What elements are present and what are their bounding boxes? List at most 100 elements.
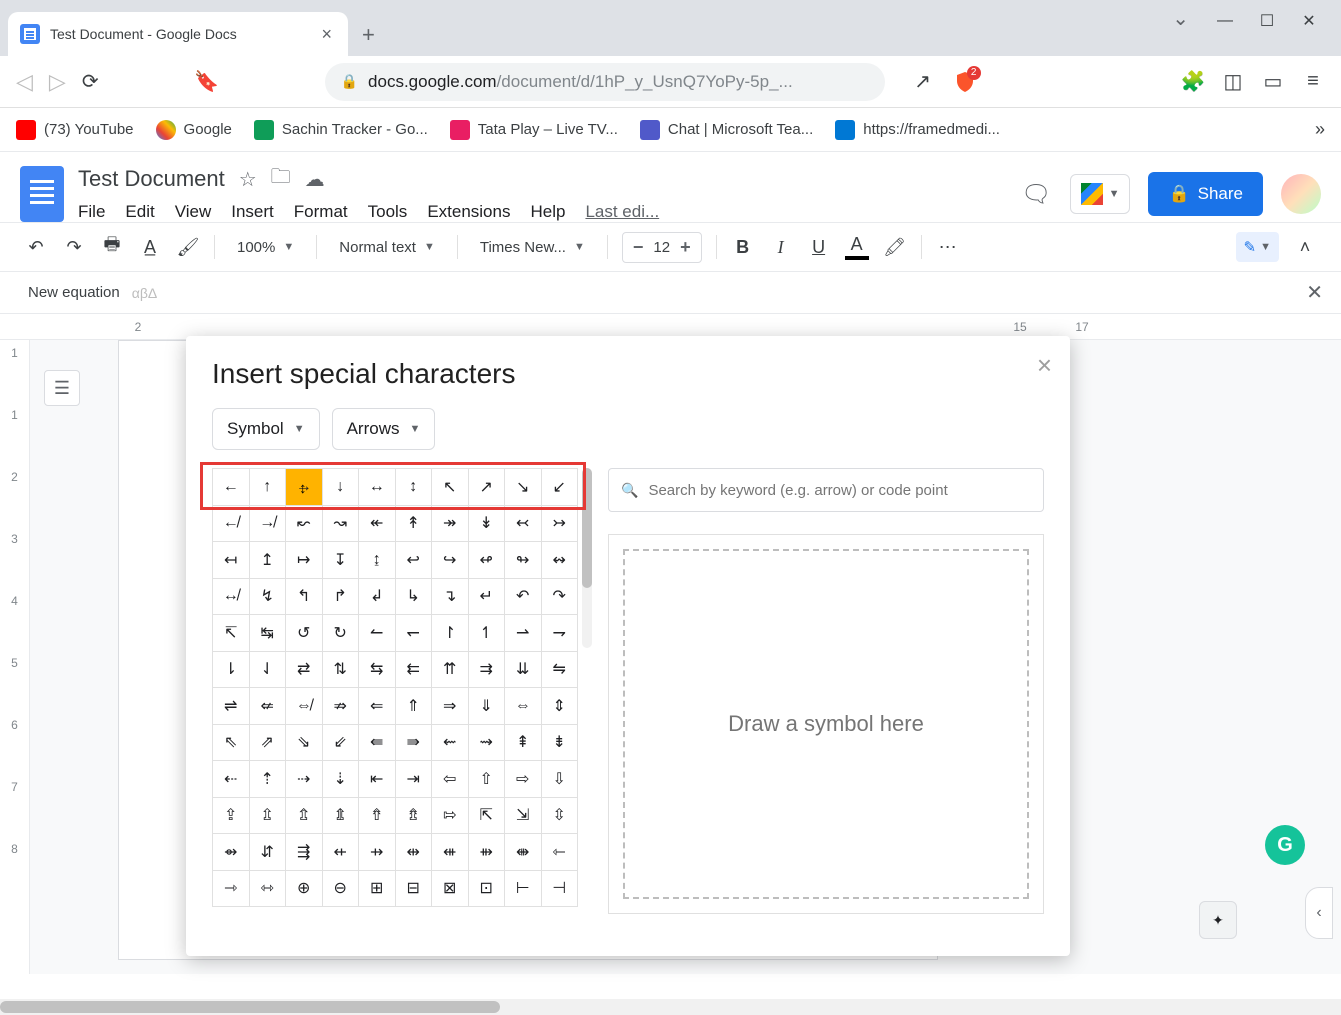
char-cell[interactable]: ⇒ bbox=[432, 688, 469, 725]
print-icon[interactable]: 🖶 bbox=[100, 232, 124, 262]
char-cell[interactable]: ⇀ bbox=[505, 615, 542, 652]
zoom-select[interactable]: 100%▼ bbox=[229, 235, 302, 260]
char-cell[interactable]: ↤ bbox=[213, 542, 250, 579]
char-cell[interactable]: ↡ bbox=[469, 506, 506, 543]
char-cell[interactable]: ⇌ bbox=[213, 688, 250, 725]
char-cell[interactable]: ⇪ bbox=[213, 798, 250, 835]
char-cell[interactable]: ⇥ bbox=[396, 761, 433, 798]
char-cell[interactable]: ↷ bbox=[542, 579, 579, 616]
char-cell[interactable]: ⊖ bbox=[323, 871, 360, 908]
document-title[interactable]: Test Document bbox=[78, 166, 225, 192]
italic-icon[interactable]: I bbox=[769, 237, 793, 258]
char-cell[interactable]: ↛ bbox=[250, 506, 287, 543]
char-cell[interactable]: ⇴ bbox=[213, 834, 250, 871]
char-cell[interactable]: ⇯ bbox=[396, 798, 433, 835]
menu-insert[interactable]: Insert bbox=[231, 202, 274, 222]
char-cell[interactable]: ⇅ bbox=[323, 652, 360, 689]
browser-menu-icon[interactable]: ≡ bbox=[1301, 70, 1325, 94]
char-cell[interactable]: ↑ bbox=[250, 469, 287, 506]
char-cell[interactable]: ↯ bbox=[250, 579, 287, 616]
grid-scrollbar[interactable] bbox=[582, 468, 592, 648]
paint-format-icon[interactable]: 🖌 bbox=[176, 237, 200, 258]
char-cell[interactable]: ⇶ bbox=[286, 834, 323, 871]
bookmark-tataplay[interactable]: Tata Play – Live TV... bbox=[450, 120, 618, 140]
bookmark-youtube[interactable]: (73) YouTube bbox=[16, 120, 134, 140]
char-cell[interactable]: ⇊ bbox=[505, 652, 542, 689]
char-cell[interactable]: ⇆ bbox=[359, 652, 396, 689]
char-cell[interactable]: ↓ bbox=[323, 469, 360, 506]
char-cell[interactable]: ⇁ bbox=[542, 615, 579, 652]
char-cell[interactable]: ⇂ bbox=[213, 652, 250, 689]
sidepanel-icon[interactable]: ◫ bbox=[1221, 70, 1245, 94]
subcategory-select[interactable]: Arrows▼ bbox=[332, 408, 436, 450]
char-cell[interactable]: ⊡ bbox=[469, 871, 506, 908]
char-cell[interactable]: ⇬ bbox=[286, 798, 323, 835]
char-cell[interactable]: ↘ bbox=[505, 469, 542, 506]
new-equation-button[interactable]: New equation bbox=[28, 284, 120, 301]
spellcheck-icon[interactable]: A̲ bbox=[138, 237, 162, 258]
more-tools-icon[interactable]: ⋯ bbox=[936, 237, 960, 258]
active-tab[interactable]: Test Document - Google Docs × bbox=[8, 12, 348, 56]
char-cell[interactable]: ⇻ bbox=[469, 834, 506, 871]
char-cell[interactable]: ↥ bbox=[250, 542, 287, 579]
char-cell[interactable]: ↬ bbox=[505, 542, 542, 579]
bookmark-teams[interactable]: Chat | Microsoft Tea... bbox=[640, 120, 813, 140]
close-dialog-icon[interactable]: × bbox=[1037, 350, 1052, 381]
char-cell[interactable]: ⇤ bbox=[359, 761, 396, 798]
char-cell[interactable]: ⇐ bbox=[359, 688, 396, 725]
reload-button[interactable]: ⟳ bbox=[82, 69, 99, 94]
char-cell[interactable]: ⇛ bbox=[396, 725, 433, 762]
char-cell[interactable]: ⇢ bbox=[286, 761, 323, 798]
char-cell[interactable]: ↗ bbox=[469, 469, 506, 506]
char-cell[interactable]: ← bbox=[213, 469, 250, 506]
char-cell[interactable]: ⇲ bbox=[505, 798, 542, 835]
bookmark-tracker[interactable]: Sachin Tracker - Go... bbox=[254, 120, 428, 140]
paragraph-style-select[interactable]: Normal text▼ bbox=[331, 235, 443, 260]
decrease-font-icon[interactable]: − bbox=[633, 237, 644, 258]
char-cell[interactable]: ↧ bbox=[323, 542, 360, 579]
char-cell[interactable]: ↲ bbox=[359, 579, 396, 616]
bookmarks-overflow-icon[interactable]: » bbox=[1315, 119, 1325, 140]
char-cell[interactable]: ⇗ bbox=[250, 725, 287, 762]
char-cell[interactable]: ↣ bbox=[542, 506, 579, 543]
close-window-button[interactable]: ✕ bbox=[1291, 6, 1327, 36]
char-cell[interactable]: ⇑ bbox=[396, 688, 433, 725]
char-cell[interactable]: ⇜ bbox=[432, 725, 469, 762]
maximize-button[interactable]: ☐ bbox=[1249, 6, 1285, 36]
char-cell[interactable]: ↦ bbox=[286, 542, 323, 579]
char-cell[interactable]: ⊕ bbox=[286, 871, 323, 908]
char-cell[interactable]: ↸ bbox=[213, 615, 250, 652]
menu-help[interactable]: Help bbox=[530, 202, 565, 222]
meet-button[interactable]: ▼ bbox=[1070, 174, 1131, 214]
char-cell[interactable]: ↜ bbox=[286, 506, 323, 543]
bookmark-onedrive[interactable]: https://framedmedi... bbox=[835, 120, 1000, 140]
char-cell[interactable]: ⊠ bbox=[432, 871, 469, 908]
close-tab-icon[interactable]: × bbox=[317, 22, 336, 47]
char-cell[interactable]: ⇄ bbox=[286, 652, 323, 689]
minimize-button[interactable]: — bbox=[1207, 6, 1243, 36]
char-cell[interactable]: ⇩ bbox=[542, 761, 579, 798]
show-outline-button[interactable]: ☰ bbox=[44, 370, 80, 406]
char-cell[interactable]: ⇿ bbox=[250, 871, 287, 908]
char-cell[interactable]: ⇟ bbox=[542, 725, 579, 762]
char-cell[interactable]: ⇱ bbox=[469, 798, 506, 835]
char-cell[interactable]: ⇃ bbox=[250, 652, 287, 689]
back-button[interactable]: ◁ bbox=[16, 69, 33, 95]
char-cell[interactable]: ⇣ bbox=[323, 761, 360, 798]
char-cell[interactable]: ⇮ bbox=[359, 798, 396, 835]
brave-shield-icon[interactable]: 2 bbox=[953, 70, 977, 94]
char-cell[interactable]: ⇖ bbox=[213, 725, 250, 762]
horizontal-scrollbar[interactable] bbox=[0, 999, 1341, 1015]
char-cell[interactable]: ⇹ bbox=[396, 834, 433, 871]
char-cell[interactable]: ⇾ bbox=[213, 871, 250, 908]
char-cell[interactable]: ⇋ bbox=[542, 652, 579, 689]
wallet-icon[interactable]: ▭ bbox=[1261, 70, 1285, 94]
char-cell[interactable]: ↺ bbox=[286, 615, 323, 652]
char-cell[interactable]: ↟ bbox=[396, 506, 433, 543]
char-cell[interactable]: ↝ bbox=[323, 506, 360, 543]
char-cell[interactable]: ⇸ bbox=[359, 834, 396, 871]
char-cell[interactable]: ⇧ bbox=[469, 761, 506, 798]
char-cell[interactable]: ⇫ bbox=[250, 798, 287, 835]
menu-extensions[interactable]: Extensions bbox=[427, 202, 510, 222]
char-cell[interactable]: ↫ bbox=[469, 542, 506, 579]
